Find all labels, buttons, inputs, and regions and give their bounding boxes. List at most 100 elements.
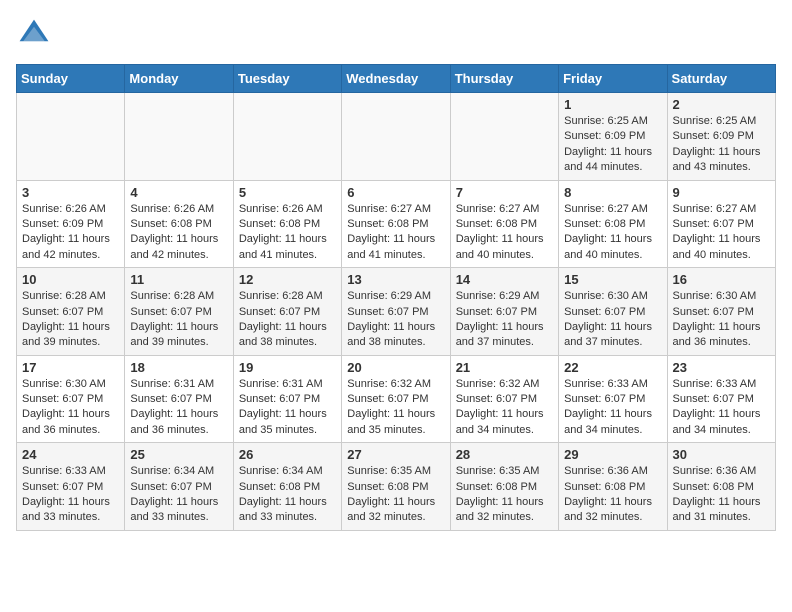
day-info: Sunrise: 6:32 AM Sunset: 6:07 PM Dayligh… <box>347 377 444 439</box>
day-info: Sunrise: 6:33 AM Sunset: 6:07 PM Dayligh… <box>673 377 770 439</box>
calendar-cell: 5 Sunrise: 6:26 AM Sunset: 6:08 PM Daylig… <box>233 180 341 268</box>
day-number: 30 <box>673 447 770 462</box>
day-number: 4 <box>130 185 227 200</box>
calendar-cell: 1 Sunrise: 6:25 AM Sunset: 6:09 PM Daylig… <box>559 93 667 181</box>
day-number: 6 <box>347 185 444 200</box>
day-number: 8 <box>564 185 661 200</box>
day-info: Sunrise: 6:27 AM Sunset: 6:08 PM Dayligh… <box>564 202 661 264</box>
day-number: 17 <box>22 360 119 375</box>
day-info: Sunrise: 6:30 AM Sunset: 6:07 PM Dayligh… <box>564 289 661 351</box>
header-day-friday: Friday <box>559 65 667 93</box>
header-day-wednesday: Wednesday <box>342 65 450 93</box>
day-number: 13 <box>347 272 444 287</box>
day-info: Sunrise: 6:33 AM Sunset: 6:07 PM Dayligh… <box>564 377 661 439</box>
calendar-cell: 24 Sunrise: 6:33 AM Sunset: 6:07 PM Dayli… <box>17 443 125 531</box>
day-number: 27 <box>347 447 444 462</box>
day-number: 19 <box>239 360 336 375</box>
day-number: 23 <box>673 360 770 375</box>
week-row-5: 24 Sunrise: 6:33 AM Sunset: 6:07 PM Dayli… <box>17 443 776 531</box>
calendar-cell: 12 Sunrise: 6:28 AM Sunset: 6:07 PM Dayli… <box>233 268 341 356</box>
calendar-cell: 25Sunrise: 6:34 AM Sunset: 6:07 PM Dayli… <box>125 443 233 531</box>
calendar-cell: 11 Sunrise: 6:28 AM Sunset: 6:07 PM Dayli… <box>125 268 233 356</box>
calendar-cell <box>125 93 233 181</box>
calendar-cell: 16 Sunrise: 6:30 AM Sunset: 6:07 PM Dayli… <box>667 268 775 356</box>
day-number: 5 <box>239 185 336 200</box>
day-number: 2 <box>673 97 770 112</box>
calendar-cell: 27Sunrise: 6:35 AM Sunset: 6:08 PM Dayli… <box>342 443 450 531</box>
day-info: Sunrise: 6:31 AM Sunset: 6:07 PM Dayligh… <box>130 377 227 439</box>
page-header <box>16 16 776 52</box>
calendar-cell: 2 Sunrise: 6:25 AM Sunset: 6:09 PM Daylig… <box>667 93 775 181</box>
calendar-cell <box>233 93 341 181</box>
calendar-cell: 30 Sunrise: 6:36 AM Sunset: 6:08 PM Dayli… <box>667 443 775 531</box>
calendar-cell: 15 Sunrise: 6:30 AM Sunset: 6:07 PM Dayli… <box>559 268 667 356</box>
day-info: Sunrise: 6:29 AM Sunset: 6:07 PM Dayligh… <box>347 289 444 351</box>
day-number: 22 <box>564 360 661 375</box>
calendar-cell: 23 Sunrise: 6:33 AM Sunset: 6:07 PM Dayli… <box>667 355 775 443</box>
calendar-cell: 9 Sunrise: 6:27 AM Sunset: 6:07 PM Daylig… <box>667 180 775 268</box>
calendar-cell: 13 Sunrise: 6:29 AM Sunset: 6:07 PM Dayli… <box>342 268 450 356</box>
day-info: Sunrise: 6:25 AM Sunset: 6:09 PM Dayligh… <box>673 114 770 176</box>
day-number: 11 <box>130 272 227 287</box>
day-number: 7 <box>456 185 553 200</box>
day-number: 21 <box>456 360 553 375</box>
calendar-cell: 20 Sunrise: 6:32 AM Sunset: 6:07 PM Dayli… <box>342 355 450 443</box>
calendar-cell: 4Sunrise: 6:26 AM Sunset: 6:08 PM Daylig… <box>125 180 233 268</box>
calendar-cell <box>17 93 125 181</box>
day-info: Sunrise: 6:25 AM Sunset: 6:09 PM Dayligh… <box>564 114 661 176</box>
logo[interactable] <box>16 16 56 52</box>
calendar-cell: 7Sunrise: 6:27 AM Sunset: 6:08 PM Daylig… <box>450 180 558 268</box>
day-info: Sunrise: 6:36 AM Sunset: 6:08 PM Dayligh… <box>564 464 661 526</box>
calendar-cell: 18 Sunrise: 6:31 AM Sunset: 6:07 PM Dayli… <box>125 355 233 443</box>
day-number: 1 <box>564 97 661 112</box>
day-number: 28 <box>456 447 553 462</box>
day-info: Sunrise: 6:28 AM Sunset: 6:07 PM Dayligh… <box>239 289 336 351</box>
calendar-cell: 17 Sunrise: 6:30 AM Sunset: 6:07 PM Dayli… <box>17 355 125 443</box>
calendar-cell: 28 Sunrise: 6:35 AM Sunset: 6:08 PM Dayli… <box>450 443 558 531</box>
day-number: 16 <box>673 272 770 287</box>
day-number: 18 <box>130 360 227 375</box>
day-number: 26 <box>239 447 336 462</box>
calendar-cell: 21 Sunrise: 6:32 AM Sunset: 6:07 PM Dayli… <box>450 355 558 443</box>
day-number: 14 <box>456 272 553 287</box>
calendar-cell: 29 Sunrise: 6:36 AM Sunset: 6:08 PM Dayli… <box>559 443 667 531</box>
calendar-body: 1 Sunrise: 6:25 AM Sunset: 6:09 PM Daylig… <box>17 93 776 531</box>
day-info: Sunrise: 6:26 AM Sunset: 6:09 PM Dayligh… <box>22 202 119 264</box>
day-info: Sunrise: 6:27 AM Sunset: 6:07 PM Dayligh… <box>673 202 770 264</box>
day-info: Sunrise: 6:33 AM Sunset: 6:07 PM Dayligh… <box>22 464 119 526</box>
calendar-cell: 10Sunrise: 6:28 AM Sunset: 6:07 PM Dayli… <box>17 268 125 356</box>
day-number: 12 <box>239 272 336 287</box>
calendar-table: SundayMondayTuesdayWednesdayThursdayFrid… <box>16 64 776 531</box>
day-number: 3 <box>22 185 119 200</box>
calendar-header: SundayMondayTuesdayWednesdayThursdayFrid… <box>17 65 776 93</box>
calendar-cell: 19 Sunrise: 6:31 AM Sunset: 6:07 PM Dayli… <box>233 355 341 443</box>
logo-icon <box>16 16 52 52</box>
day-number: 20 <box>347 360 444 375</box>
day-number: 25 <box>130 447 227 462</box>
day-info: Sunrise: 6:29 AM Sunset: 6:07 PM Dayligh… <box>456 289 553 351</box>
calendar-cell: 3 Sunrise: 6:26 AM Sunset: 6:09 PM Daylig… <box>17 180 125 268</box>
calendar-cell: 22 Sunrise: 6:33 AM Sunset: 6:07 PM Dayli… <box>559 355 667 443</box>
calendar-cell <box>342 93 450 181</box>
calendar-cell <box>450 93 558 181</box>
day-info: Sunrise: 6:36 AM Sunset: 6:08 PM Dayligh… <box>673 464 770 526</box>
day-info: Sunrise: 6:30 AM Sunset: 6:07 PM Dayligh… <box>22 377 119 439</box>
header-day-tuesday: Tuesday <box>233 65 341 93</box>
calendar-cell: 26Sunrise: 6:34 AM Sunset: 6:08 PM Dayli… <box>233 443 341 531</box>
week-row-1: 1 Sunrise: 6:25 AM Sunset: 6:09 PM Daylig… <box>17 93 776 181</box>
calendar-cell: 14 Sunrise: 6:29 AM Sunset: 6:07 PM Dayli… <box>450 268 558 356</box>
day-number: 9 <box>673 185 770 200</box>
calendar-cell: 8 Sunrise: 6:27 AM Sunset: 6:08 PM Daylig… <box>559 180 667 268</box>
day-number: 24 <box>22 447 119 462</box>
day-info: Sunrise: 6:31 AM Sunset: 6:07 PM Dayligh… <box>239 377 336 439</box>
day-number: 15 <box>564 272 661 287</box>
day-info: Sunrise: 6:30 AM Sunset: 6:07 PM Dayligh… <box>673 289 770 351</box>
day-info: Sunrise: 6:35 AM Sunset: 6:08 PM Dayligh… <box>456 464 553 526</box>
day-info: Sunrise: 6:28 AM Sunset: 6:07 PM Dayligh… <box>130 289 227 351</box>
day-number: 29 <box>564 447 661 462</box>
header-day-saturday: Saturday <box>667 65 775 93</box>
day-info: Sunrise: 6:26 AM Sunset: 6:08 PM Dayligh… <box>239 202 336 264</box>
header-day-thursday: Thursday <box>450 65 558 93</box>
day-number: 10 <box>22 272 119 287</box>
day-info: Sunrise: 6:32 AM Sunset: 6:07 PM Dayligh… <box>456 377 553 439</box>
